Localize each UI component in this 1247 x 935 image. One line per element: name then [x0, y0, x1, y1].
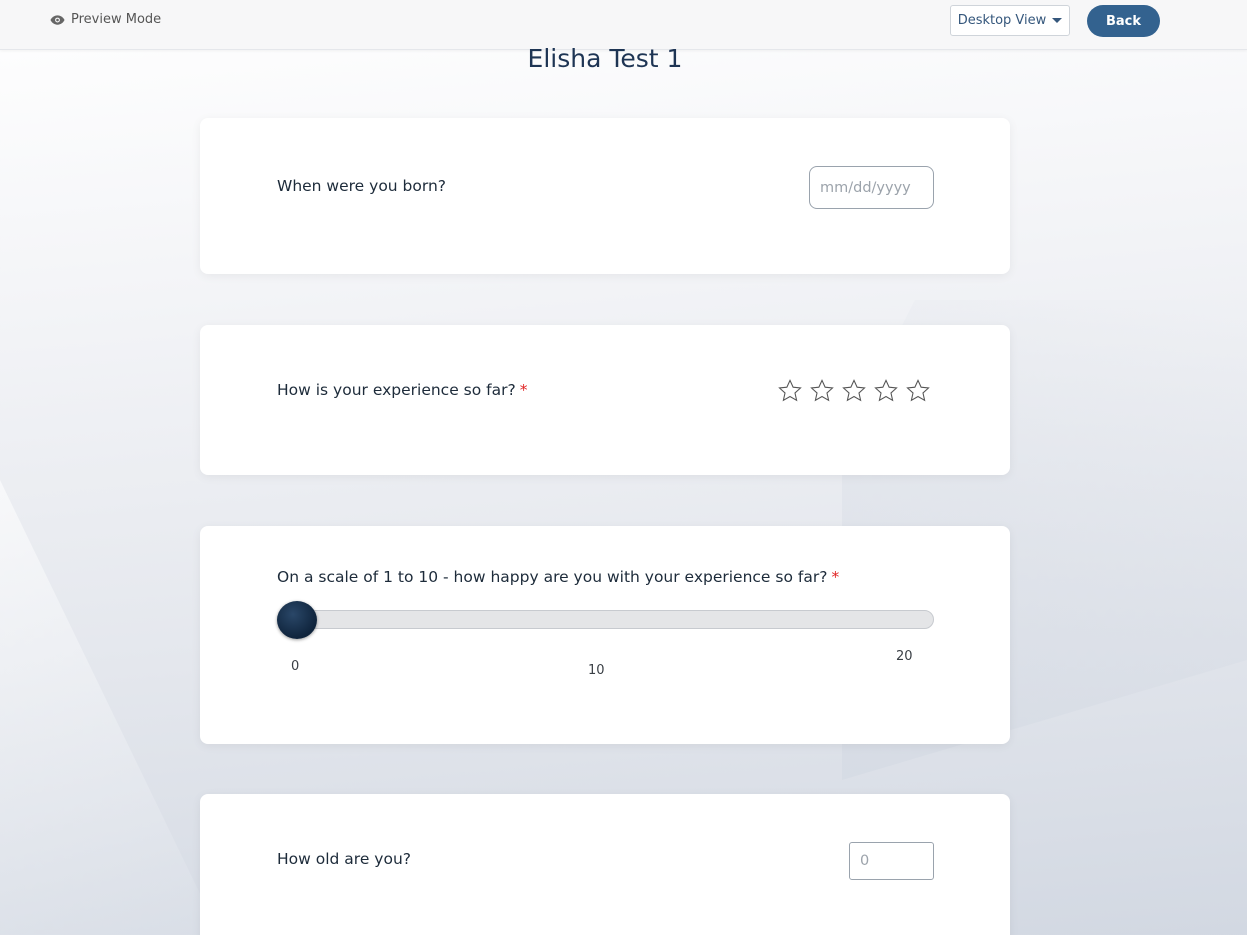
background-shape	[0, 480, 220, 935]
star-outline-icon[interactable]	[777, 378, 803, 404]
star-rating	[777, 378, 937, 404]
back-button[interactable]: Back	[1087, 5, 1160, 37]
question-label: On a scale of 1 to 10 - how happy are yo…	[277, 568, 839, 586]
preview-mode-label: Preview Mode	[71, 12, 162, 27]
star-outline-icon[interactable]	[873, 378, 899, 404]
slider-tick-max: 20	[896, 649, 913, 664]
question-label: When were you born?	[277, 177, 446, 195]
happiness-slider-track[interactable]	[277, 610, 934, 629]
view-mode-label: Desktop View	[957, 13, 1047, 28]
question-label: How is your experience so far? *	[277, 381, 527, 399]
preview-mode-indicator: Preview Mode	[50, 12, 161, 27]
question-card-happiness-scale: On a scale of 1 to 10 - how happy are yo…	[200, 526, 1010, 744]
question-card-rating: How is your experience so far? *	[200, 325, 1010, 475]
question-text: When were you born?	[277, 177, 447, 195]
question-text: On a scale of 1 to 10 - how happy are yo…	[277, 568, 828, 586]
question-text: How old are you?	[277, 850, 411, 868]
form-title: Elisha Test 1	[527, 44, 683, 73]
question-card-birthdate: When were you born?	[200, 118, 1010, 274]
age-input[interactable]	[849, 842, 934, 880]
birthdate-input[interactable]	[809, 166, 934, 209]
star-outline-icon[interactable]	[841, 378, 867, 404]
star-outline-icon[interactable]	[905, 378, 931, 404]
view-mode-select[interactable]: Desktop View	[950, 5, 1070, 36]
question-text: How is your experience so far?	[277, 381, 516, 399]
top-bar: Preview Mode Desktop View Back	[0, 0, 1247, 50]
slider-tick-min: 0	[291, 659, 300, 674]
star-outline-icon[interactable]	[809, 378, 835, 404]
slider-tick-mid: 10	[588, 663, 605, 678]
eye-icon	[50, 14, 65, 25]
question-card-age: How old are you?	[200, 794, 1010, 935]
happiness-slider-thumb[interactable]	[277, 601, 317, 639]
required-marker: *	[519, 381, 528, 399]
required-marker: *	[831, 568, 840, 586]
caret-down-icon	[1052, 18, 1063, 23]
question-label: How old are you?	[277, 850, 411, 868]
